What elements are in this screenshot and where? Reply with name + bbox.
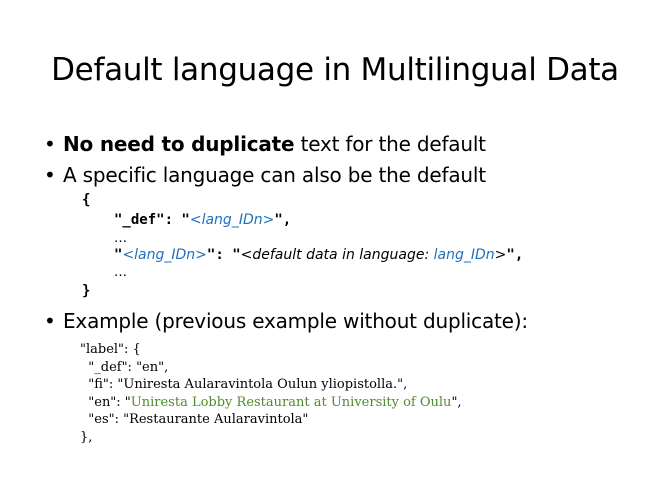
bullet-symbol: • [44, 132, 56, 156]
code-line: "label": { [80, 342, 141, 357]
code-key-var: <lang_IDn> [122, 247, 207, 263]
code-ellipsis: … [114, 231, 127, 246]
bullet-text: A specific language can also be the defa… [63, 163, 486, 187]
bullet-no-duplicate: • No need to duplicate text for the defau… [44, 132, 486, 156]
code-en-value: Uniresta Lobby Restaurant at University … [130, 395, 452, 410]
code-line-end: ", [506, 247, 524, 263]
bullet-text: text for the default [294, 132, 486, 156]
code-line: }, [80, 430, 93, 445]
code-key-close: ": " [206, 247, 241, 263]
bullet-bold-text: No need to duplicate [63, 132, 295, 156]
slide: Default language in Multilingual Data • N… [0, 0, 670, 503]
code-def-end: ", [274, 212, 292, 228]
code-value-end: > [494, 247, 507, 263]
code-def-key: "_def": " [114, 212, 190, 228]
code-line: "_def": "en", [80, 360, 169, 375]
code-close-brace: } [82, 283, 91, 299]
code-en-prefix: "en": " [80, 395, 131, 410]
code-def-var: <lang_IDn> [189, 212, 275, 228]
code-line-en: "en": "Uniresta Lobby Restaurant at Univ… [80, 395, 462, 410]
bullet-symbol: • [44, 309, 56, 333]
code-line: "fi": "Uniresta Aularavintola Oulun ylio… [80, 377, 408, 392]
bullet-symbol: • [44, 163, 56, 187]
bullet-example: • Example (previous example without dupli… [44, 309, 528, 333]
code-lang-line: "<lang_IDn>": "<default data in language… [114, 247, 523, 263]
code-open-brace: { [82, 192, 91, 208]
code-value-var: lang_IDn [433, 247, 495, 263]
code-line: "es": "Restaurante Aularavintola" [80, 412, 309, 427]
code-def-line: "_def": "<lang_IDn>", [114, 212, 291, 228]
code-ellipsis: … [114, 265, 127, 280]
code-value-text: <default data in language: [240, 247, 434, 263]
bullet-specific-language: • A specific language can also be the def… [44, 163, 486, 187]
slide-title: Default language in Multilingual Data [51, 52, 619, 88]
bullet-text: Example (previous example without duplic… [63, 309, 528, 333]
code-en-suffix: ", [451, 395, 462, 410]
